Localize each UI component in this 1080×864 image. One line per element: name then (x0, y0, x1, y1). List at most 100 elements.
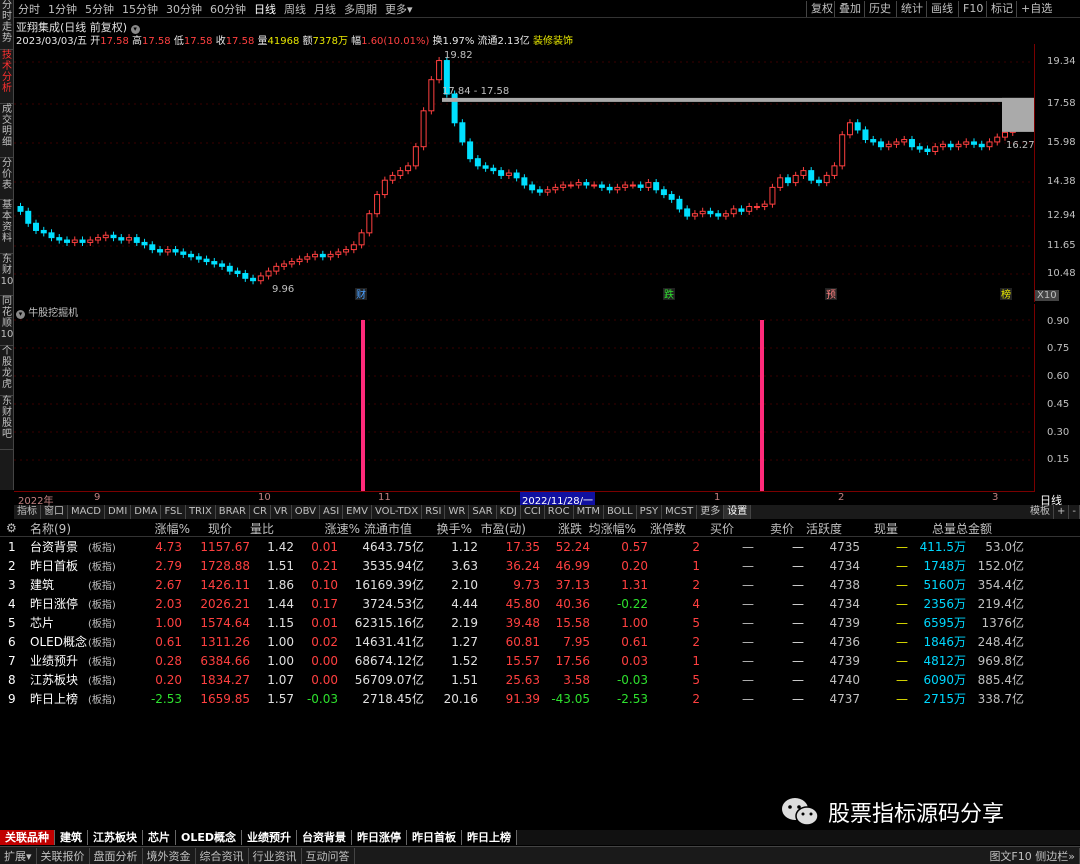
indicator-tab-right-1[interactable]: + (1054, 505, 1070, 519)
indicator-tab-4[interactable]: DMA (131, 505, 162, 519)
toolbar-button-2[interactable]: 历史 (864, 1, 895, 17)
column-header[interactable]: 市盈(动) (472, 520, 526, 537)
indicator-tab-1[interactable]: 窗口 (41, 505, 68, 519)
indicator-tab-17[interactable]: KDJ (497, 505, 521, 519)
table-row[interactable]: 4 昨日涨停 (板指) 2.03 2026.21 1.44 0.17 3724.53亿 4.44… (0, 594, 1080, 613)
left-tab-0[interactable]: 分时走势 (0, 0, 14, 50)
column-header[interactable]: 总金额 (956, 520, 992, 537)
status-item-5[interactable]: 行业资讯 (249, 847, 302, 864)
period-tab-1[interactable]: 1分钟 (44, 1, 81, 17)
indicator-chart[interactable] (14, 316, 1034, 492)
indicator-tab-24[interactable]: 更多 (697, 505, 725, 519)
indicator-tab-18[interactable]: CCI (521, 505, 545, 519)
column-header[interactable]: 名称(9) (26, 520, 126, 537)
toolbar-button-1[interactable]: 叠加 (834, 1, 865, 17)
indicator-tab-23[interactable]: MCST (662, 505, 698, 519)
bottom-tab-6[interactable]: 台资背景 (297, 830, 353, 845)
table-row[interactable]: 6 OLED概念 (板指) 0.61 1311.26 1.00 0.02 14631.41亿 1… (0, 632, 1080, 651)
settings-gear-icon[interactable]: ⚙ (0, 521, 17, 535)
status-item-6[interactable]: 互动问答 (302, 847, 355, 864)
left-tab-4[interactable]: 基本资料 (0, 200, 14, 254)
period-tab-6[interactable]: 日线 (250, 1, 280, 17)
bottom-tab-2[interactable]: 江苏板块 (88, 830, 143, 845)
period-tab-4[interactable]: 30分钟 (162, 1, 206, 17)
indicator-tab-22[interactable]: PSY (637, 505, 663, 519)
column-header[interactable]: 活跃度 (794, 520, 842, 537)
indicator-tab-6[interactable]: TRIX (186, 505, 216, 519)
indicator-tab-8[interactable]: CR (250, 505, 271, 519)
indicator-tab-10[interactable]: OBV (292, 505, 320, 519)
indicator-tab-16[interactable]: SAR (469, 505, 497, 519)
left-tab-3[interactable]: 分价表 (0, 158, 14, 200)
left-tab-6[interactable]: 同花顺10 (0, 296, 14, 346)
toolbar-button-5[interactable]: F10 (958, 1, 987, 17)
toolbar-button-0[interactable]: 复权 (806, 1, 837, 17)
column-header[interactable]: ⚙ (0, 521, 26, 535)
period-tab-9[interactable]: 多周期 (340, 1, 381, 17)
indicator-tab-9[interactable]: VR (271, 505, 292, 519)
indicator-tab-19[interactable]: ROC (545, 505, 574, 519)
toolbar-button-3[interactable]: 统计 (896, 1, 927, 17)
indicator-tab-11[interactable]: ASI (320, 505, 344, 519)
status-item-2[interactable]: 盘面分析 (90, 847, 143, 864)
bottom-tab-7[interactable]: 昨日涨停 (352, 830, 408, 845)
column-header[interactable]: 现价 (190, 520, 232, 537)
indicator-tab-14[interactable]: RSI (422, 505, 446, 519)
indicator-tab-20[interactable]: MTM (574, 505, 604, 519)
left-tab-2[interactable]: 成交明细 (0, 104, 14, 158)
column-header[interactable]: 涨速% (274, 520, 360, 537)
indicator-tab-21[interactable]: BOLL (604, 505, 637, 519)
status-item-3[interactable]: 境外资金 (143, 847, 196, 864)
indicator-tab-right-2[interactable]: - (1069, 505, 1080, 519)
table-row[interactable]: 3 建筑 (板指) 2.67 1426.11 1.86 0.10 16169.39亿 2.10 9… (0, 575, 1080, 594)
table-row[interactable]: 2 昨日首板 (板指) 2.79 1728.88 1.51 0.21 3535.94亿 3.63… (0, 556, 1080, 575)
indicator-tab-2[interactable]: MACD (68, 505, 105, 519)
indicator-tab-12[interactable]: EMV (343, 505, 372, 519)
indicator-tab-15[interactable]: WR (445, 505, 470, 519)
bottom-tab-5[interactable]: 业绩预升 (242, 830, 298, 845)
period-tab-8[interactable]: 月线 (310, 1, 340, 17)
column-header[interactable]: 涨停数 (636, 520, 686, 537)
table-row[interactable]: 5 芯片 (板指) 1.00 1574.64 1.15 0.01 62315.16亿 2.19 3… (0, 613, 1080, 632)
period-tab-10[interactable]: 更多▾ (381, 1, 417, 17)
period-tab-0[interactable]: 分时 (14, 1, 44, 17)
status-item-4[interactable]: 综合资讯 (196, 847, 249, 864)
left-tab-5[interactable]: 东财10 (0, 254, 14, 296)
period-tab-7[interactable]: 周线 (280, 1, 310, 17)
toolbar-button-7[interactable]: +自选 (1016, 1, 1056, 17)
indicator-tab-0[interactable]: 指标 (14, 505, 41, 519)
indicator-tab-7[interactable]: BRAR (216, 505, 250, 519)
left-tab-7[interactable]: 个股龙虎 (0, 346, 14, 396)
bottom-tab-0[interactable]: 关联品种 (0, 830, 55, 845)
left-tab-8[interactable]: 东财股吧 (0, 396, 14, 450)
status-right[interactable]: 图文F10 侧边栏» (985, 847, 1080, 864)
toolbar-button-6[interactable]: 标记 (986, 1, 1017, 17)
bottom-tab-1[interactable]: 建筑 (55, 830, 88, 845)
indicator-tab-3[interactable]: DMI (105, 505, 132, 519)
bottom-tab-9[interactable]: 昨日上榜 (462, 830, 518, 845)
period-tab-2[interactable]: 5分钟 (81, 1, 118, 17)
status-item-0[interactable]: 扩展▾ (0, 847, 37, 864)
column-header[interactable]: 涨幅% (126, 520, 190, 537)
column-header[interactable]: 均涨幅% (582, 520, 636, 537)
period-tab-5[interactable]: 60分钟 (206, 1, 250, 17)
indicator-tab-25[interactable]: 设置 (724, 505, 752, 519)
table-row[interactable]: 9 昨日上榜 (板指) -2.53 1659.85 1.57 -0.03 2718.45亿 20… (0, 689, 1080, 708)
column-header[interactable]: 现量 (842, 520, 898, 537)
toolbar-button-4[interactable]: 画线 (926, 1, 957, 17)
bottom-tab-3[interactable]: 芯片 (143, 830, 176, 845)
bottom-tab-8[interactable]: 昨日首板 (407, 830, 463, 845)
status-item-1[interactable]: 关联报价 (37, 847, 90, 864)
indicator-tab-right-0[interactable]: 模板 (1027, 505, 1054, 519)
column-header[interactable]: 量比 (232, 520, 274, 537)
column-header[interactable]: 买价 (686, 520, 734, 537)
indicator-tab-13[interactable]: VOL-TDX (372, 505, 423, 519)
bottom-tab-4[interactable]: OLED概念 (176, 830, 243, 845)
column-header[interactable]: 涨跌 (526, 520, 582, 537)
table-row[interactable]: 8 江苏板块 (板指) 0.20 1834.27 1.07 0.00 56709.07亿 1.5… (0, 670, 1080, 689)
table-row[interactable]: 7 业绩预升 (板指) 0.28 6384.66 1.00 0.00 68674.12亿 1.5… (0, 651, 1080, 670)
column-header[interactable]: 总量 (898, 520, 956, 537)
column-header[interactable]: 流通市值 (360, 520, 412, 537)
period-tab-3[interactable]: 15分钟 (118, 1, 162, 17)
candlestick-chart[interactable]: 19.82 9.96 17.84 - 17.58 16.27 财 跌 预 榜 (14, 44, 1034, 302)
